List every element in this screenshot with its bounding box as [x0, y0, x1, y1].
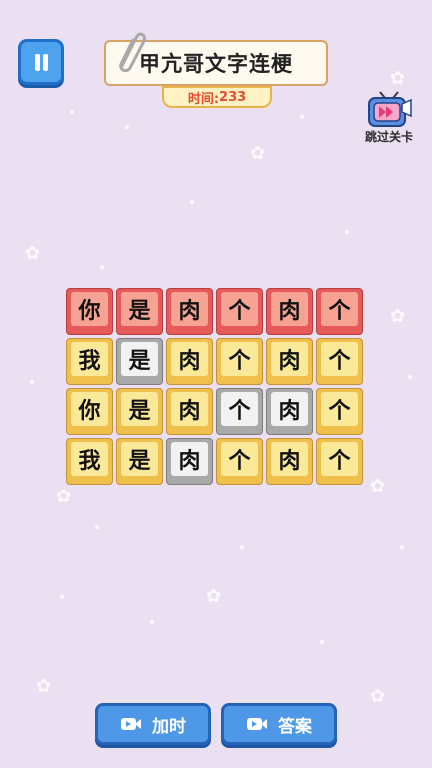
character-tile-label: 我 — [71, 342, 108, 376]
skip-level-button[interactable]: 跳过关卡 — [360, 90, 418, 146]
character-tile[interactable]: 个 — [216, 338, 263, 385]
character-tile-label: 肉 — [171, 292, 208, 326]
character-tile-label: 个 — [321, 292, 358, 326]
character-tile[interactable]: 个 — [316, 438, 363, 485]
dot-decoration — [125, 125, 129, 129]
flower-decoration-icon: ✿ — [36, 676, 52, 697]
character-tile-label: 肉 — [271, 342, 308, 376]
character-tile-label: 个 — [221, 342, 258, 376]
flower-decoration-icon: ✿ — [370, 476, 386, 497]
paperclip-icon — [119, 32, 146, 72]
timer-label: 时间: — [187, 91, 220, 107]
add-time-button[interactable]: 加时 — [95, 703, 211, 745]
dot-decoration — [240, 545, 244, 549]
character-tile[interactable]: 个 — [316, 338, 363, 385]
dot-decoration — [30, 380, 34, 384]
character-tile[interactable]: 你 — [66, 388, 113, 435]
character-tile-label: 你 — [71, 292, 108, 326]
character-tile-label: 我 — [71, 442, 108, 476]
character-tile-label: 是 — [121, 342, 158, 376]
flower-decoration-icon: ✿ — [390, 68, 406, 89]
character-tile[interactable]: 是 — [116, 338, 163, 385]
add-time-label: 加时 — [152, 716, 186, 737]
dot-decoration — [408, 375, 412, 379]
character-tile[interactable]: 肉 — [166, 388, 213, 435]
character-tile-label: 肉 — [171, 442, 208, 476]
character-tile[interactable]: 你 — [66, 288, 113, 335]
character-tile[interactable]: 个 — [216, 288, 263, 335]
character-tile-label: 你 — [71, 392, 108, 426]
video-icon — [247, 718, 267, 730]
timer-value: 233 — [219, 89, 247, 105]
character-grid: 你是肉个肉个我是肉个肉个你是肉个肉个我是肉个肉个 — [66, 288, 363, 485]
dot-decoration — [190, 200, 194, 204]
character-tile[interactable]: 我 — [66, 438, 113, 485]
character-tile[interactable]: 肉 — [266, 288, 313, 335]
character-tile-label: 个 — [321, 442, 358, 476]
dot-decoration — [100, 265, 104, 269]
character-tile-label: 肉 — [171, 342, 208, 376]
character-tile-label: 个 — [221, 442, 258, 476]
skip-level-label: 跳过关卡 — [364, 130, 413, 144]
character-tile-label: 肉 — [171, 392, 208, 426]
dot-decoration — [60, 595, 64, 599]
character-tile[interactable]: 个 — [216, 438, 263, 485]
character-tile[interactable]: 肉 — [266, 438, 313, 485]
flower-decoration-icon: ✿ — [250, 143, 266, 164]
character-tile[interactable]: 肉 — [166, 288, 213, 335]
character-tile[interactable]: 个 — [316, 388, 363, 435]
character-tile[interactable]: 是 — [116, 288, 163, 335]
character-tile[interactable]: 是 — [116, 438, 163, 485]
page-title: 甲亢哥文字连梗 — [139, 52, 293, 76]
character-tile-label: 肉 — [271, 292, 308, 326]
flower-decoration-icon: ✿ — [206, 586, 222, 607]
dot-decoration — [300, 115, 304, 119]
dot-decoration — [320, 640, 324, 644]
character-tile-label: 个 — [321, 392, 358, 426]
character-tile-label: 肉 — [271, 392, 308, 426]
flower-decoration-icon: ✿ — [370, 686, 386, 707]
character-tile-label: 是 — [121, 442, 158, 476]
character-tile[interactable]: 个 — [216, 388, 263, 435]
flower-decoration-icon: ✿ — [56, 486, 72, 507]
character-tile-label: 是 — [121, 392, 158, 426]
dot-decoration — [150, 620, 154, 624]
character-tile[interactable]: 肉 — [166, 438, 213, 485]
flower-decoration-icon: ✿ — [390, 306, 406, 327]
dot-decoration — [95, 525, 99, 529]
character-tile[interactable]: 肉 — [166, 338, 213, 385]
flower-decoration-icon: ✿ — [25, 243, 41, 264]
tv-fast-forward-icon — [368, 91, 412, 127]
character-tile[interactable]: 肉 — [266, 338, 313, 385]
character-tile-label: 肉 — [271, 442, 308, 476]
dot-decoration — [400, 545, 404, 549]
character-tile[interactable]: 是 — [116, 388, 163, 435]
character-tile-label: 个 — [321, 342, 358, 376]
answer-button[interactable]: 答案 — [221, 703, 337, 745]
character-tile[interactable]: 肉 — [266, 388, 313, 435]
character-tile-label: 个 — [221, 392, 258, 426]
timer: 时间: 233 — [162, 86, 272, 108]
answer-label: 答案 — [278, 716, 312, 737]
video-icon — [121, 718, 141, 730]
dot-decoration — [70, 110, 74, 114]
dot-decoration — [345, 230, 349, 234]
character-tile-label: 个 — [221, 292, 258, 326]
character-tile[interactable]: 我 — [66, 338, 113, 385]
pause-button[interactable] — [18, 39, 64, 85]
character-tile-label: 是 — [121, 292, 158, 326]
character-tile[interactable]: 个 — [316, 288, 363, 335]
